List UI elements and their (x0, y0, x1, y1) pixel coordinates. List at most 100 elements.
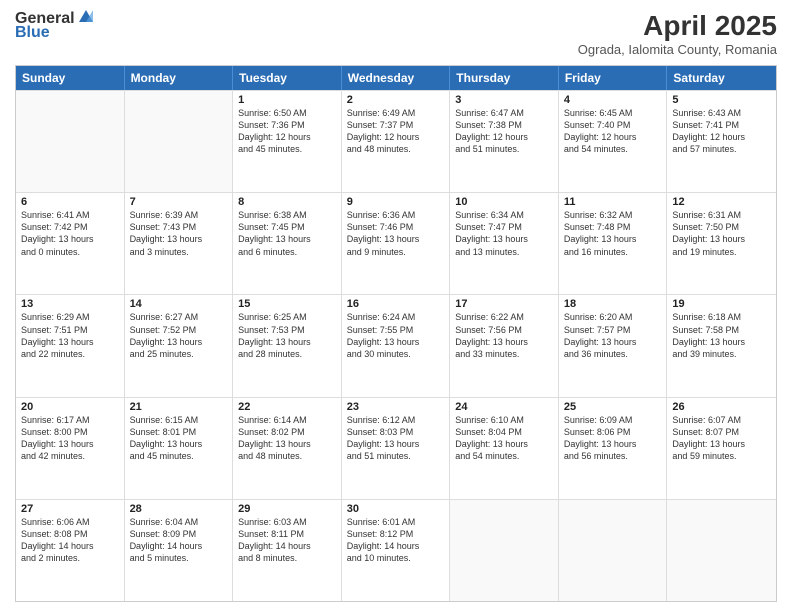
day-number: 30 (347, 503, 445, 515)
day-cell-20: 20Sunrise: 6:17 AMSunset: 8:00 PMDayligh… (16, 398, 125, 499)
day-details: Sunrise: 6:03 AMSunset: 8:11 PMDaylight:… (238, 516, 336, 565)
month-year-title: April 2025 (578, 10, 777, 42)
day-header-wednesday: Wednesday (342, 66, 451, 90)
day-number: 19 (672, 298, 771, 310)
day-number: 7 (130, 196, 228, 208)
day-details: Sunrise: 6:10 AMSunset: 8:04 PMDaylight:… (455, 414, 553, 463)
day-number: 9 (347, 196, 445, 208)
day-details: Sunrise: 6:41 AMSunset: 7:42 PMDaylight:… (21, 209, 119, 258)
day-number: 23 (347, 401, 445, 413)
day-cell-26: 26Sunrise: 6:07 AMSunset: 8:07 PMDayligh… (667, 398, 776, 499)
day-header-tuesday: Tuesday (233, 66, 342, 90)
calendar-week-5: 27Sunrise: 6:06 AMSunset: 8:08 PMDayligh… (16, 499, 776, 601)
day-cell-2: 2Sunrise: 6:49 AMSunset: 7:37 PMDaylight… (342, 91, 451, 192)
day-number: 8 (238, 196, 336, 208)
empty-cell (125, 91, 234, 192)
calendar-header-row: SundayMondayTuesdayWednesdayThursdayFrid… (16, 66, 776, 90)
day-details: Sunrise: 6:07 AMSunset: 8:07 PMDaylight:… (672, 414, 771, 463)
day-cell-9: 9Sunrise: 6:36 AMSunset: 7:46 PMDaylight… (342, 193, 451, 294)
day-number: 15 (238, 298, 336, 310)
day-cell-25: 25Sunrise: 6:09 AMSunset: 8:06 PMDayligh… (559, 398, 668, 499)
day-details: Sunrise: 6:18 AMSunset: 7:58 PMDaylight:… (672, 311, 771, 360)
day-number: 2 (347, 94, 445, 106)
day-details: Sunrise: 6:04 AMSunset: 8:09 PMDaylight:… (130, 516, 228, 565)
day-details: Sunrise: 6:20 AMSunset: 7:57 PMDaylight:… (564, 311, 662, 360)
day-number: 25 (564, 401, 662, 413)
day-cell-8: 8Sunrise: 6:38 AMSunset: 7:45 PMDaylight… (233, 193, 342, 294)
day-details: Sunrise: 6:01 AMSunset: 8:12 PMDaylight:… (347, 516, 445, 565)
day-number: 11 (564, 196, 662, 208)
day-details: Sunrise: 6:06 AMSunset: 8:08 PMDaylight:… (21, 516, 119, 565)
day-details: Sunrise: 6:25 AMSunset: 7:53 PMDaylight:… (238, 311, 336, 360)
day-details: Sunrise: 6:43 AMSunset: 7:41 PMDaylight:… (672, 107, 771, 156)
day-header-friday: Friday (559, 66, 668, 90)
day-header-sunday: Sunday (16, 66, 125, 90)
calendar-week-3: 13Sunrise: 6:29 AMSunset: 7:51 PMDayligh… (16, 294, 776, 396)
day-number: 27 (21, 503, 119, 515)
day-details: Sunrise: 6:34 AMSunset: 7:47 PMDaylight:… (455, 209, 553, 258)
calendar-week-4: 20Sunrise: 6:17 AMSunset: 8:00 PMDayligh… (16, 397, 776, 499)
day-cell-14: 14Sunrise: 6:27 AMSunset: 7:52 PMDayligh… (125, 295, 234, 396)
day-cell-30: 30Sunrise: 6:01 AMSunset: 8:12 PMDayligh… (342, 500, 451, 601)
day-number: 21 (130, 401, 228, 413)
page: General Blue April 2025 Ograda, Ialomita… (0, 0, 792, 612)
day-details: Sunrise: 6:14 AMSunset: 8:02 PMDaylight:… (238, 414, 336, 463)
day-details: Sunrise: 6:31 AMSunset: 7:50 PMDaylight:… (672, 209, 771, 258)
day-header-monday: Monday (125, 66, 234, 90)
day-details: Sunrise: 6:38 AMSunset: 7:45 PMDaylight:… (238, 209, 336, 258)
header: General Blue April 2025 Ograda, Ialomita… (15, 10, 777, 57)
day-details: Sunrise: 6:45 AMSunset: 7:40 PMDaylight:… (564, 107, 662, 156)
day-cell-19: 19Sunrise: 6:18 AMSunset: 7:58 PMDayligh… (667, 295, 776, 396)
day-number: 26 (672, 401, 771, 413)
day-cell-29: 29Sunrise: 6:03 AMSunset: 8:11 PMDayligh… (233, 500, 342, 601)
day-cell-24: 24Sunrise: 6:10 AMSunset: 8:04 PMDayligh… (450, 398, 559, 499)
day-cell-16: 16Sunrise: 6:24 AMSunset: 7:55 PMDayligh… (342, 295, 451, 396)
day-cell-15: 15Sunrise: 6:25 AMSunset: 7:53 PMDayligh… (233, 295, 342, 396)
calendar-week-2: 6Sunrise: 6:41 AMSunset: 7:42 PMDaylight… (16, 192, 776, 294)
day-number: 12 (672, 196, 771, 208)
day-cell-23: 23Sunrise: 6:12 AMSunset: 8:03 PMDayligh… (342, 398, 451, 499)
day-cell-5: 5Sunrise: 6:43 AMSunset: 7:41 PMDaylight… (667, 91, 776, 192)
day-details: Sunrise: 6:39 AMSunset: 7:43 PMDaylight:… (130, 209, 228, 258)
day-details: Sunrise: 6:50 AMSunset: 7:36 PMDaylight:… (238, 107, 336, 156)
day-details: Sunrise: 6:22 AMSunset: 7:56 PMDaylight:… (455, 311, 553, 360)
logo: General Blue (15, 10, 95, 42)
day-cell-6: 6Sunrise: 6:41 AMSunset: 7:42 PMDaylight… (16, 193, 125, 294)
day-number: 4 (564, 94, 662, 106)
day-number: 20 (21, 401, 119, 413)
day-cell-1: 1Sunrise: 6:50 AMSunset: 7:36 PMDaylight… (233, 91, 342, 192)
day-details: Sunrise: 6:15 AMSunset: 8:01 PMDaylight:… (130, 414, 228, 463)
day-number: 17 (455, 298, 553, 310)
day-details: Sunrise: 6:27 AMSunset: 7:52 PMDaylight:… (130, 311, 228, 360)
day-number: 1 (238, 94, 336, 106)
day-details: Sunrise: 6:47 AMSunset: 7:38 PMDaylight:… (455, 107, 553, 156)
empty-cell (16, 91, 125, 192)
empty-cell (559, 500, 668, 601)
day-number: 18 (564, 298, 662, 310)
day-number: 3 (455, 94, 553, 106)
calendar-body: 1Sunrise: 6:50 AMSunset: 7:36 PMDaylight… (16, 90, 776, 601)
day-cell-3: 3Sunrise: 6:47 AMSunset: 7:38 PMDaylight… (450, 91, 559, 192)
day-details: Sunrise: 6:12 AMSunset: 8:03 PMDaylight:… (347, 414, 445, 463)
day-cell-22: 22Sunrise: 6:14 AMSunset: 8:02 PMDayligh… (233, 398, 342, 499)
empty-cell (667, 500, 776, 601)
day-details: Sunrise: 6:24 AMSunset: 7:55 PMDaylight:… (347, 311, 445, 360)
calendar: SundayMondayTuesdayWednesdayThursdayFrid… (15, 65, 777, 602)
day-cell-18: 18Sunrise: 6:20 AMSunset: 7:57 PMDayligh… (559, 295, 668, 396)
day-cell-28: 28Sunrise: 6:04 AMSunset: 8:09 PMDayligh… (125, 500, 234, 601)
day-cell-12: 12Sunrise: 6:31 AMSunset: 7:50 PMDayligh… (667, 193, 776, 294)
day-number: 10 (455, 196, 553, 208)
title-block: April 2025 Ograda, Ialomita County, Roma… (578, 10, 777, 57)
day-number: 14 (130, 298, 228, 310)
empty-cell (450, 500, 559, 601)
day-header-thursday: Thursday (450, 66, 559, 90)
day-details: Sunrise: 6:49 AMSunset: 7:37 PMDaylight:… (347, 107, 445, 156)
logo-blue: Blue (15, 24, 50, 42)
day-cell-4: 4Sunrise: 6:45 AMSunset: 7:40 PMDaylight… (559, 91, 668, 192)
day-number: 6 (21, 196, 119, 208)
logo-icon (77, 8, 95, 26)
day-details: Sunrise: 6:17 AMSunset: 8:00 PMDaylight:… (21, 414, 119, 463)
day-cell-10: 10Sunrise: 6:34 AMSunset: 7:47 PMDayligh… (450, 193, 559, 294)
day-header-saturday: Saturday (667, 66, 776, 90)
day-cell-17: 17Sunrise: 6:22 AMSunset: 7:56 PMDayligh… (450, 295, 559, 396)
